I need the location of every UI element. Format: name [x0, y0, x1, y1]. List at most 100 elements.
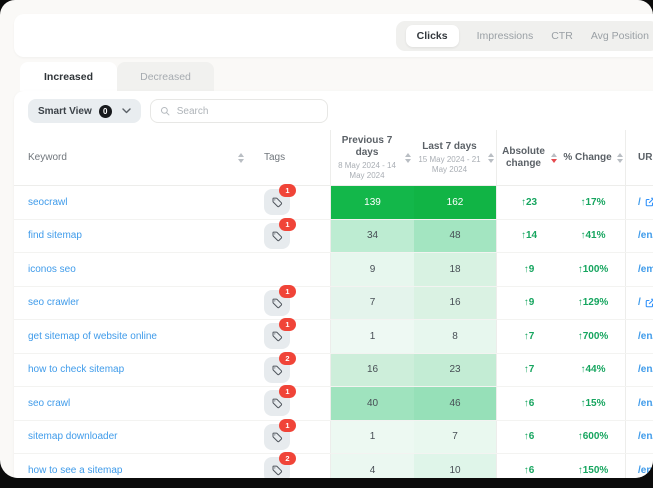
tag-chip[interactable]: 2	[264, 357, 290, 383]
previous-value-cell: 9	[330, 253, 414, 286]
keyword-cell: iconos seo	[28, 253, 250, 286]
keyword-link[interactable]: how to check sitemap	[28, 364, 124, 375]
header-last-7-days[interactable]: Last 7 days 15 May 2024 - 21 May 2024	[414, 130, 497, 185]
url-link[interactable]: /en/	[638, 398, 653, 409]
keyword-link[interactable]: seocrawl	[28, 197, 67, 208]
search-input[interactable]: Search	[150, 99, 328, 123]
last-value: 10	[414, 454, 496, 478]
last-value: 48	[414, 220, 496, 253]
url-link[interactable]: /en/	[638, 431, 653, 442]
external-link-icon[interactable]	[645, 298, 653, 308]
keyword-link[interactable]: sitemap downloader	[28, 431, 118, 442]
tag-chip[interactable]: 1	[264, 424, 290, 450]
url-link[interactable]: /	[638, 197, 641, 208]
keyword-link[interactable]: find sitemap	[28, 230, 82, 241]
last-value-cell: 23	[414, 354, 497, 387]
previous-value-cell: 34	[330, 220, 414, 253]
last-value-cell: 46	[414, 387, 497, 420]
tag-chip[interactable]: 1	[264, 290, 290, 316]
tag-chip[interactable]: 2	[264, 457, 290, 478]
absolute-change-value: ↑14	[521, 230, 537, 241]
keyword-link[interactable]: seo crawler	[28, 297, 79, 308]
metric-tab-avg-position[interactable]: Avg Position	[591, 30, 649, 42]
smart-view-dropdown[interactable]: Smart View 0	[28, 99, 141, 123]
sort-icon-previous[interactable]	[405, 153, 411, 163]
metric-tab-ctr[interactable]: CTR	[551, 30, 573, 42]
percent-change-cell: ↑600%	[561, 421, 625, 454]
url-cell: /en/	[625, 320, 653, 353]
percent-change-value: ↑129%	[578, 297, 609, 308]
header-absolute-change[interactable]: Absolute change	[497, 130, 561, 185]
chevron-down-icon	[122, 108, 131, 114]
percent-change-cell: ↑41%	[561, 220, 625, 253]
header-last-title: Last 7 days	[422, 141, 476, 153]
url-link[interactable]: /em	[638, 264, 653, 275]
table-row: sitemap downloader 1 1 7 ↑6 ↑600% /	[14, 421, 653, 455]
table-row: iconos seo 9 18 ↑9 ↑100% /em	[14, 253, 653, 287]
sort-icon-keyword[interactable]	[238, 153, 244, 163]
metric-tab-clicks[interactable]: Clicks	[406, 25, 459, 47]
table-row: how to check sitemap 2 16 23 ↑7 ↑44%	[14, 354, 653, 388]
percent-change-cell: ↑44%	[561, 354, 625, 387]
tag-icon	[271, 196, 283, 208]
header-keyword[interactable]: Keyword	[28, 130, 250, 185]
absolute-change-value: ↑9	[524, 264, 535, 275]
keyword-cell: how to see a sitemap	[28, 454, 250, 478]
keyword-link[interactable]: iconos seo	[28, 264, 76, 275]
tags-cell: 1	[250, 220, 330, 253]
previous-value: 9	[331, 253, 414, 286]
header-previous-title: Previous 7 days	[334, 135, 400, 159]
header-url: URL	[625, 130, 653, 185]
header-percent-label: % Change	[563, 152, 611, 164]
header-previous-7-days[interactable]: Previous 7 days 8 May 2024 - 14 May 2024	[330, 130, 414, 185]
percent-change-value: ↑17%	[580, 197, 605, 208]
url-link[interactable]: /en/	[638, 230, 653, 241]
table-header-row: Keyword Tags Previous 7 days 8 May 2024 …	[14, 130, 653, 186]
metric-tab-impressions[interactable]: Impressions	[477, 30, 534, 42]
keyword-link[interactable]: get sitemap of website online	[28, 331, 157, 342]
table-toolbar: Smart View 0 Search	[14, 91, 653, 130]
table-body: seocrawl 1 139 162 ↑23 ↑17% /	[14, 186, 653, 478]
tags-cell: 1	[250, 421, 330, 454]
tag-chip[interactable]: 1	[264, 390, 290, 416]
previous-value-cell: 40	[330, 387, 414, 420]
tags-cell	[250, 253, 330, 286]
tab-decreased[interactable]: Decreased	[117, 62, 214, 91]
percent-change-value: ↑150%	[578, 465, 609, 476]
keyword-link[interactable]: how to see a sitemap	[28, 465, 123, 476]
url-link[interactable]: /en/	[638, 465, 653, 476]
previous-value: 40	[331, 387, 414, 420]
header-absolute-label: Absolute change	[502, 146, 546, 170]
sort-icon-percent[interactable]	[617, 153, 623, 163]
search-placeholder: Search	[177, 106, 209, 117]
tag-chip[interactable]: 1	[264, 223, 290, 249]
last-value: 162	[414, 186, 496, 219]
last-value: 23	[414, 354, 496, 387]
url-link[interactable]: /	[638, 297, 641, 308]
percent-change-value: ↑100%	[578, 264, 609, 275]
absolute-change-value: ↑7	[524, 331, 535, 342]
absolute-change-value: ↑9	[524, 297, 535, 308]
keyword-cell: sitemap downloader	[28, 421, 250, 454]
percent-change-value: ↑41%	[580, 230, 605, 241]
keyword-link[interactable]: seo crawl	[28, 398, 70, 409]
external-link-icon[interactable]	[645, 197, 653, 207]
keyword-cell: get sitemap of website online	[28, 320, 250, 353]
tag-chip[interactable]: 1	[264, 323, 290, 349]
url-cell: /en/	[625, 387, 653, 420]
url-link[interactable]: /en/	[638, 364, 653, 375]
smart-view-label: Smart View	[38, 106, 92, 117]
header-last-dates: 15 May 2024 - 21 May 2024	[417, 155, 483, 175]
absolute-change-cell: ↑14	[497, 220, 561, 253]
tab-increased[interactable]: Increased	[20, 62, 117, 91]
sort-icon-last[interactable]	[488, 153, 494, 163]
sort-icon-absolute-active[interactable]	[551, 153, 557, 163]
app-window: Clicks Impressions CTR Avg Position Incr…	[0, 0, 653, 478]
absolute-change-value: ↑23	[521, 197, 537, 208]
tag-chip[interactable]: 1	[264, 189, 290, 215]
url-link[interactable]: /en/	[638, 331, 653, 342]
tag-icon	[271, 297, 283, 309]
last-value-cell: 48	[414, 220, 497, 253]
tag-icon	[271, 230, 283, 242]
header-percent-change[interactable]: % Change	[561, 130, 625, 185]
